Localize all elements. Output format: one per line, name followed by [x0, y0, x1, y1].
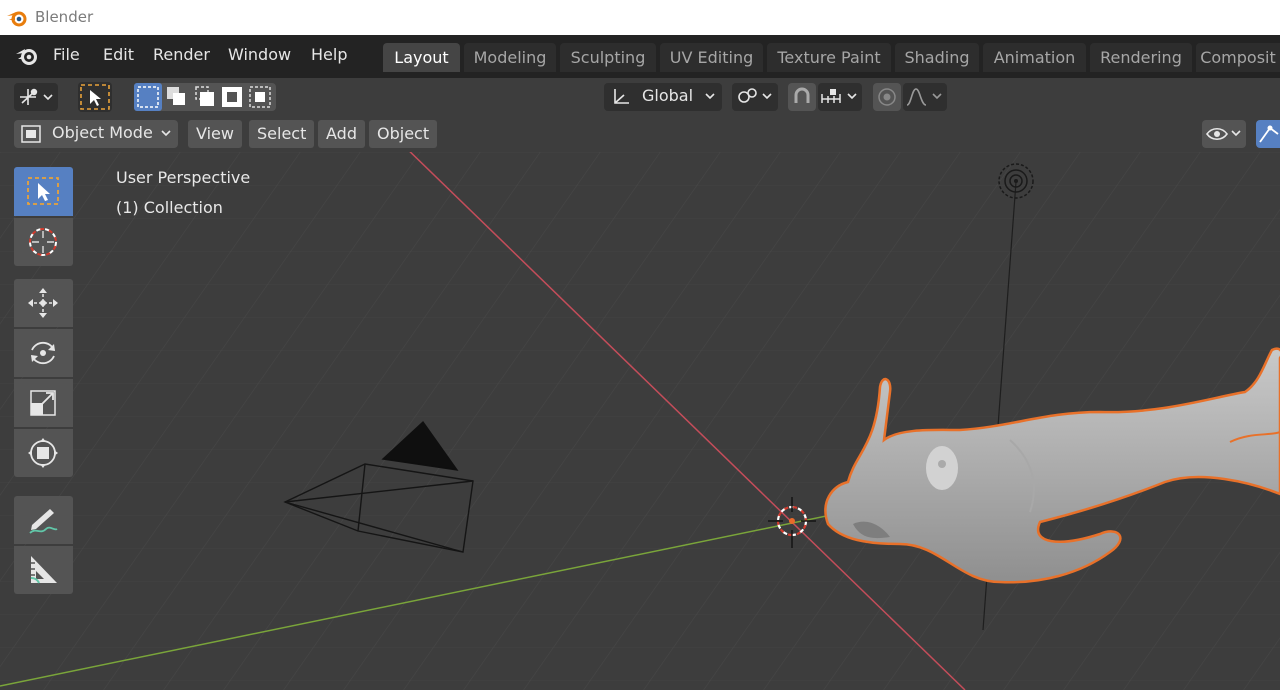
gizmo-toggle-button[interactable]: [1256, 120, 1280, 148]
falloff-dropdown[interactable]: [903, 83, 947, 111]
tab-rendering[interactable]: Rendering: [1090, 43, 1192, 72]
tool-move[interactable]: [14, 279, 73, 327]
select-box-icon: [80, 84, 110, 110]
menu-render[interactable]: Render: [153, 45, 210, 64]
move-icon: [28, 288, 58, 318]
visibility-dropdown[interactable]: [1202, 120, 1246, 148]
tab-layout[interactable]: Layout: [383, 43, 460, 72]
tab-modeling[interactable]: Modeling: [464, 43, 556, 72]
tool-cursor[interactable]: [14, 218, 73, 266]
mode-value: Object Mode: [52, 123, 153, 142]
blender-logo-icon: [7, 11, 27, 27]
viewport-menu-view[interactable]: View: [188, 120, 242, 148]
magnet-icon: [794, 87, 810, 103]
menu-file[interactable]: File: [53, 45, 80, 64]
select-box-tool-button[interactable]: [78, 82, 112, 112]
menu-help[interactable]: Help: [311, 45, 347, 64]
viewport-menu-object[interactable]: Object: [369, 120, 438, 148]
tool-rotate[interactable]: [14, 329, 73, 377]
snap-target-dropdown[interactable]: [818, 83, 862, 111]
select-box-icon: [27, 177, 59, 205]
viewport-scene[interactable]: [0, 152, 1280, 690]
viewport-menu-select[interactable]: Select: [249, 120, 315, 148]
tool-scale[interactable]: [14, 379, 73, 427]
tab-shading[interactable]: Shading: [895, 43, 979, 72]
3d-viewport[interactable]: User Perspective (1) Collection: [0, 152, 1280, 690]
viewport-collection-label: (1) Collection: [116, 198, 223, 217]
tab-texture-paint[interactable]: Texture Paint: [767, 43, 891, 72]
3d-viewport-icon: [20, 88, 53, 105]
blender-menu-icon[interactable]: [14, 45, 40, 67]
transform-orientation-value: Global: [642, 86, 694, 105]
window-titlebar: Blender: [0, 0, 1280, 35]
transform-icon: [28, 438, 58, 468]
tool-measure[interactable]: [14, 546, 73, 594]
proportional-edit-icon: [878, 88, 896, 106]
transform-orientation-dropdown[interactable]: Global: [604, 83, 722, 111]
rotate-icon: [31, 341, 55, 365]
viewport-perspective-label: User Perspective: [116, 168, 251, 187]
tool-annotate[interactable]: [14, 496, 73, 544]
editor-type-button[interactable]: [14, 83, 58, 111]
tab-compositing[interactable]: Composit: [1196, 43, 1280, 72]
viewport-header: Object Mode View Select Add Object: [0, 116, 1280, 152]
cursor-icon: [29, 228, 57, 256]
snap-increment-icon: [821, 89, 857, 103]
proportional-edit-button[interactable]: [873, 83, 901, 111]
selection-mode-group: [134, 83, 276, 111]
annotate-pencil-icon: [29, 509, 58, 534]
gizmo-icon: [1259, 125, 1279, 143]
chevron-down-icon: [161, 130, 171, 137]
tab-uv-editing[interactable]: UV Editing: [660, 43, 763, 72]
tool-settings-header: Global: [0, 78, 1280, 116]
mode-dropdown[interactable]: Object Mode: [14, 120, 178, 148]
scale-icon: [30, 390, 56, 416]
orientation-axes-icon: [614, 89, 629, 104]
snap-toggle-button[interactable]: [788, 83, 816, 111]
chevron-down-icon: [705, 93, 715, 100]
menu-edit[interactable]: Edit: [103, 45, 134, 64]
object-mode-icon: [21, 125, 41, 143]
tool-select-box[interactable]: [14, 167, 73, 216]
measure-ruler-icon: [30, 556, 57, 584]
menu-window[interactable]: Window: [228, 45, 291, 64]
top-menubar: File Edit Render Window Help Layout Mode…: [0, 35, 1280, 78]
tab-animation[interactable]: Animation: [983, 43, 1086, 72]
tab-sculpting[interactable]: Sculpting: [560, 43, 656, 72]
pivot-point-dropdown[interactable]: [732, 83, 778, 111]
window-title: Blender: [35, 8, 94, 26]
selection-mode-icons: [134, 83, 271, 111]
eye-icon: [1206, 127, 1241, 141]
viewport-menu-add[interactable]: Add: [318, 120, 365, 148]
pivot-point-icon: [738, 88, 772, 103]
tool-transform[interactable]: [14, 429, 73, 477]
falloff-curve-icon: [906, 88, 942, 106]
